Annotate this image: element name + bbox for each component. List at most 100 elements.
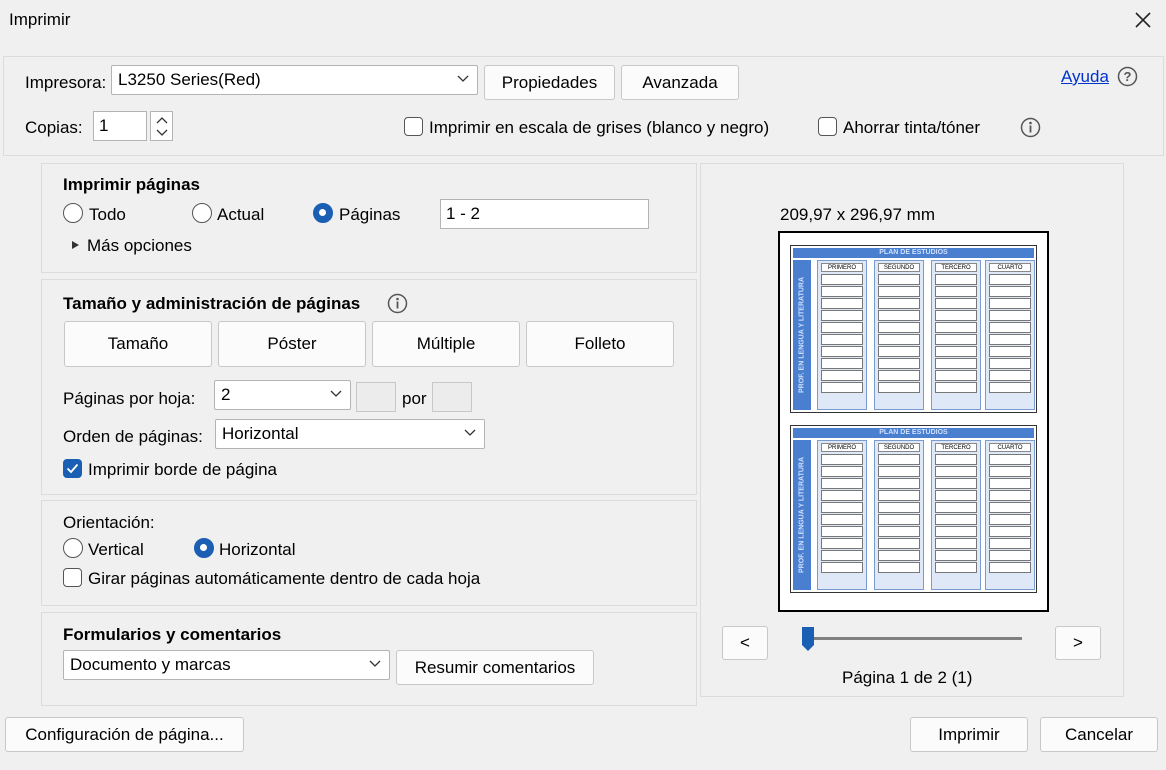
sheet-side-text: PROF. EN LENGUA Y LITERATURA — [798, 456, 806, 574]
all-pages-label: Todo — [89, 205, 126, 224]
page-border-label: Imprimir borde de página — [88, 460, 277, 479]
page-range-input[interactable]: 1 - 2 — [440, 199, 649, 229]
tab-poster[interactable]: Póster — [218, 321, 366, 367]
close-icon[interactable] — [1131, 8, 1155, 32]
sheet-column-header: CUARTO — [989, 443, 1031, 452]
page-order-select[interactable]: Horizontal — [215, 419, 485, 449]
info-icon[interactable] — [387, 293, 408, 314]
sheet-side-band: PROF. EN LENGUA Y LITERATURA — [793, 440, 811, 590]
sheet-column: CUARTO — [985, 440, 1035, 590]
sheet-column-header: PRIMERO — [821, 443, 863, 452]
sheet-column: TERCERO — [931, 440, 981, 590]
sheet-column: PRIMERO — [817, 260, 867, 410]
copies-label: Copias: — [25, 118, 83, 137]
advanced-button[interactable]: Avanzada — [621, 65, 739, 100]
landscape-radio[interactable] — [194, 538, 214, 558]
arrow-up-icon[interactable] — [156, 116, 168, 124]
sheet-column-header: PRIMERO — [821, 263, 863, 272]
portrait-radio[interactable] — [63, 538, 83, 558]
page-order-label: Orden de páginas: — [63, 427, 203, 446]
by-label: por — [402, 389, 427, 408]
forms-select[interactable]: Documento y marcas — [63, 650, 390, 680]
grid-rows-input[interactable] — [432, 382, 472, 412]
more-options-toggle[interactable]: Más opciones — [87, 236, 192, 256]
info-icon[interactable] — [1020, 117, 1041, 138]
printer-select-value: L3250 Series(Red) — [118, 70, 261, 89]
all-pages-radio[interactable] — [63, 203, 83, 223]
print-button[interactable]: Imprimir — [910, 717, 1028, 752]
landscape-label: Horizontal — [219, 540, 296, 559]
help-link[interactable]: Ayuda — [1061, 67, 1109, 87]
page-slider-thumb[interactable] — [801, 626, 815, 652]
print-pages-heading: Imprimir páginas — [63, 175, 200, 194]
page-border-checkbox[interactable] — [63, 459, 82, 478]
pages-per-sheet-select[interactable]: 2 — [214, 380, 351, 410]
sheet-column-header: TERCERO — [935, 443, 977, 452]
portrait-label: Vertical — [88, 540, 144, 559]
tab-booklet[interactable]: Folleto — [526, 321, 674, 367]
summarize-comments-button[interactable]: Resumir comentarios — [396, 650, 594, 685]
pages-radio[interactable] — [313, 203, 333, 223]
save-ink-checkbox[interactable] — [818, 117, 837, 136]
pages-per-sheet-value: 2 — [221, 385, 231, 404]
grayscale-checkbox[interactable] — [404, 117, 423, 136]
sheet-side-band: PROF. EN LENGUA Y LITERATURA — [793, 260, 811, 410]
cancel-button[interactable]: Cancelar — [1040, 717, 1158, 752]
pages-per-sheet-label: Páginas por hoja: — [63, 389, 196, 408]
tab-size-label: Tamaño — [107, 334, 169, 353]
preview-sheet-2: PLAN DE ESTUDIOS PROF. EN LENGUA Y LITER… — [790, 425, 1037, 593]
expand-triangle-icon[interactable] — [71, 240, 80, 250]
tab-poster-label: Póster — [267, 334, 317, 353]
sheet-column: PRIMERO — [817, 440, 867, 590]
autorotate-label: Girar páginas automáticamente dentro de … — [88, 569, 481, 588]
chevron-down-icon — [464, 429, 476, 436]
sheet-column-header: SEGUNDO — [878, 263, 920, 272]
preview-size-text: 209,97 x 296,97 mm — [780, 205, 935, 224]
sheet-title: PLAN DE ESTUDIOS — [793, 428, 1034, 438]
forms-select-value: Documento y marcas — [70, 655, 231, 674]
arrow-down-icon[interactable] — [156, 129, 168, 137]
current-page-radio[interactable] — [192, 203, 212, 223]
tab-multiple[interactable]: Múltiple — [372, 321, 520, 367]
orientation-heading: Orientación: — [63, 513, 155, 532]
tab-booklet-label: Folleto — [574, 334, 626, 353]
tab-size[interactable]: Tamaño — [64, 321, 212, 367]
prev-page-button[interactable]: < — [722, 626, 768, 660]
forms-heading: Formularios y comentarios — [63, 625, 282, 644]
page-indicator: Página 1 de 2 (1) — [842, 668, 973, 687]
preview-sheet-1: PLAN DE ESTUDIOS PROF. EN LENGUA Y LITER… — [790, 245, 1037, 413]
next-page-button[interactable]: > — [1055, 626, 1101, 660]
current-page-label: Actual — [217, 205, 265, 224]
page-slider-track[interactable] — [805, 637, 1022, 640]
sheet-column: CUARTO — [985, 260, 1035, 410]
grayscale-label: Imprimir en escala de grises (blanco y n… — [429, 118, 770, 137]
window-title: Imprimir — [9, 10, 71, 29]
page-sizing-heading: Tamaño y administración de páginas — [63, 294, 361, 313]
save-ink-label: Ahorrar tinta/tóner — [843, 118, 981, 137]
sheet-column-header: SEGUNDO — [878, 443, 920, 452]
sheet-column: SEGUNDO — [874, 440, 924, 590]
sheet-side-text: PROF. EN LENGUA Y LITERATURA — [798, 276, 806, 394]
copies-input[interactable]: 1 — [93, 111, 147, 141]
grid-columns-input[interactable] — [356, 382, 396, 412]
printer-label: Impresora: — [25, 73, 107, 92]
svg-text:?: ? — [1124, 69, 1132, 84]
checkmark-icon — [66, 463, 79, 474]
printer-select[interactable]: L3250 Series(Red) — [111, 65, 478, 95]
tab-multiple-label: Múltiple — [416, 334, 476, 353]
preview-page: PLAN DE ESTUDIOS PROF. EN LENGUA Y LITER… — [778, 231, 1049, 612]
page-setup-button[interactable]: Configuración de página... — [5, 717, 244, 752]
chevron-down-icon — [369, 660, 381, 667]
autorotate-checkbox[interactable] — [63, 568, 82, 587]
properties-button[interactable]: Propiedades — [484, 65, 615, 100]
pages-label: Páginas — [339, 205, 401, 224]
page-order-value: Horizontal — [222, 424, 299, 443]
sheet-column: SEGUNDO — [874, 260, 924, 410]
chevron-down-icon — [457, 75, 469, 82]
sheet-column-header: TERCERO — [935, 263, 977, 272]
help-icon[interactable]: ? — [1117, 66, 1138, 87]
sheet-title: PLAN DE ESTUDIOS — [793, 248, 1034, 258]
chevron-down-icon — [330, 390, 342, 397]
sheet-column: TERCERO — [931, 260, 981, 410]
copies-stepper[interactable] — [150, 111, 173, 141]
